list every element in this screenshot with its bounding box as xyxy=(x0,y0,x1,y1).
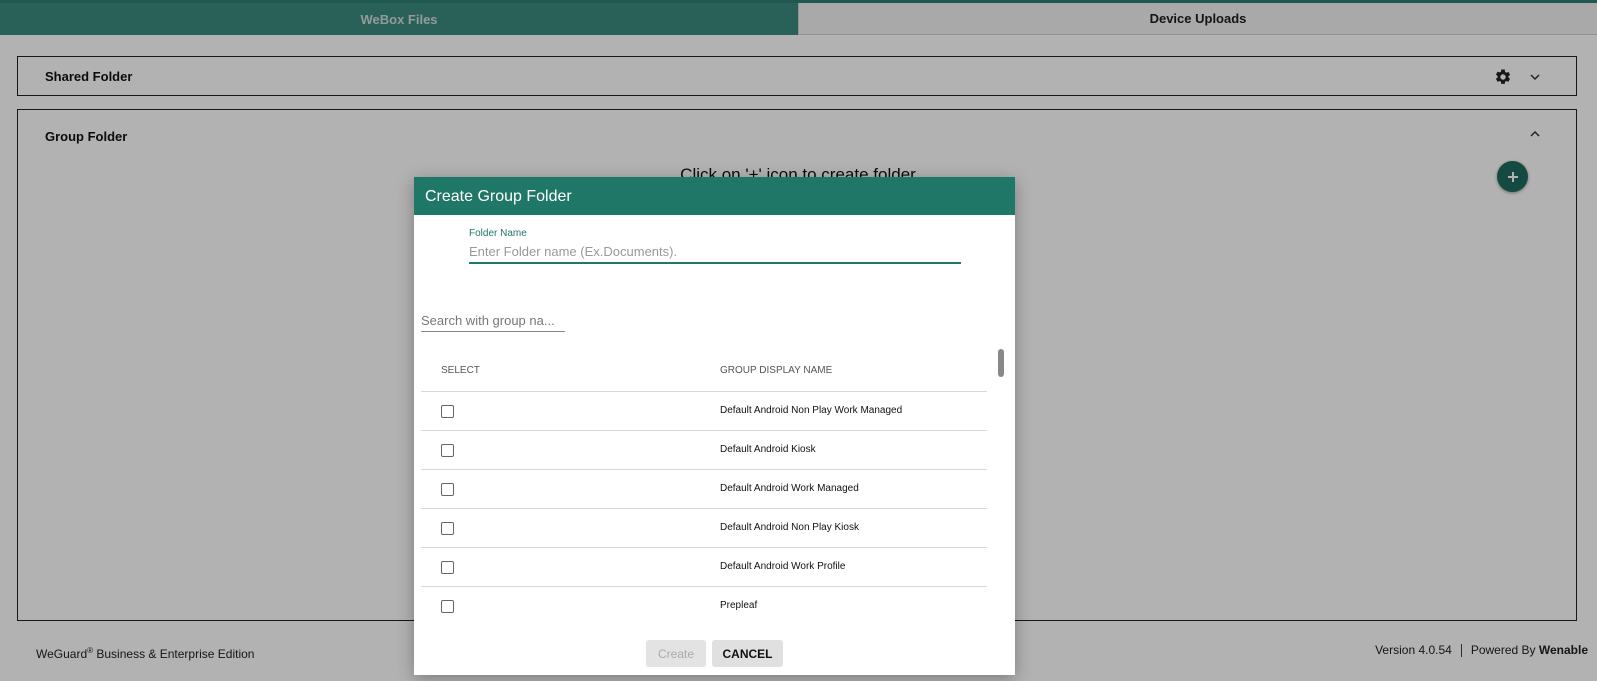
table-row: Default Android Non Play Work Managed xyxy=(421,392,987,431)
folder-name-label: Folder Name xyxy=(469,228,527,239)
dialog-title: Create Group Folder xyxy=(425,188,572,205)
row-checkbox[interactable] xyxy=(441,483,454,496)
column-header-select: SELECT xyxy=(441,365,480,376)
column-header-group-name: GROUP DISPLAY NAME xyxy=(720,365,833,376)
row-checkbox[interactable] xyxy=(441,600,454,613)
row-checkbox[interactable] xyxy=(441,444,454,457)
row-checkbox[interactable] xyxy=(441,561,454,574)
group-name: Default Android Non Play Kiosk xyxy=(720,522,859,533)
row-checkbox[interactable] xyxy=(441,405,454,418)
group-table: SELECT GROUP DISPLAY NAME Default Androi… xyxy=(421,349,995,622)
group-name: Default Android Work Profile xyxy=(720,561,846,572)
create-button[interactable]: Create xyxy=(646,640,706,667)
folder-name-input[interactable] xyxy=(469,240,961,264)
group-search-input[interactable] xyxy=(421,310,565,332)
group-name: Prepleaf xyxy=(720,600,758,611)
cancel-button[interactable]: CANCEL xyxy=(712,640,783,667)
table-row: Prepleaf xyxy=(421,587,987,622)
table-header: SELECT GROUP DISPLAY NAME xyxy=(421,349,987,392)
group-name: Default Android Kiosk xyxy=(720,444,816,455)
table-row: Default Android Kiosk xyxy=(421,431,987,470)
row-checkbox[interactable] xyxy=(441,522,454,535)
dialog-header: Create Group Folder xyxy=(414,177,1015,215)
table-scrollbar[interactable] xyxy=(998,349,1005,622)
group-name: Default Android Work Managed xyxy=(720,483,859,494)
create-group-folder-dialog: Create Group Folder Folder Name SELECT G… xyxy=(414,177,1015,675)
table-row: Default Android Work Profile xyxy=(421,548,987,587)
table-scrollbar-thumb[interactable] xyxy=(998,349,1004,377)
group-name: Default Android Non Play Work Managed xyxy=(720,405,903,416)
table-row: Default Android Work Managed xyxy=(421,470,987,509)
table-row: Default Android Non Play Kiosk xyxy=(421,509,987,548)
